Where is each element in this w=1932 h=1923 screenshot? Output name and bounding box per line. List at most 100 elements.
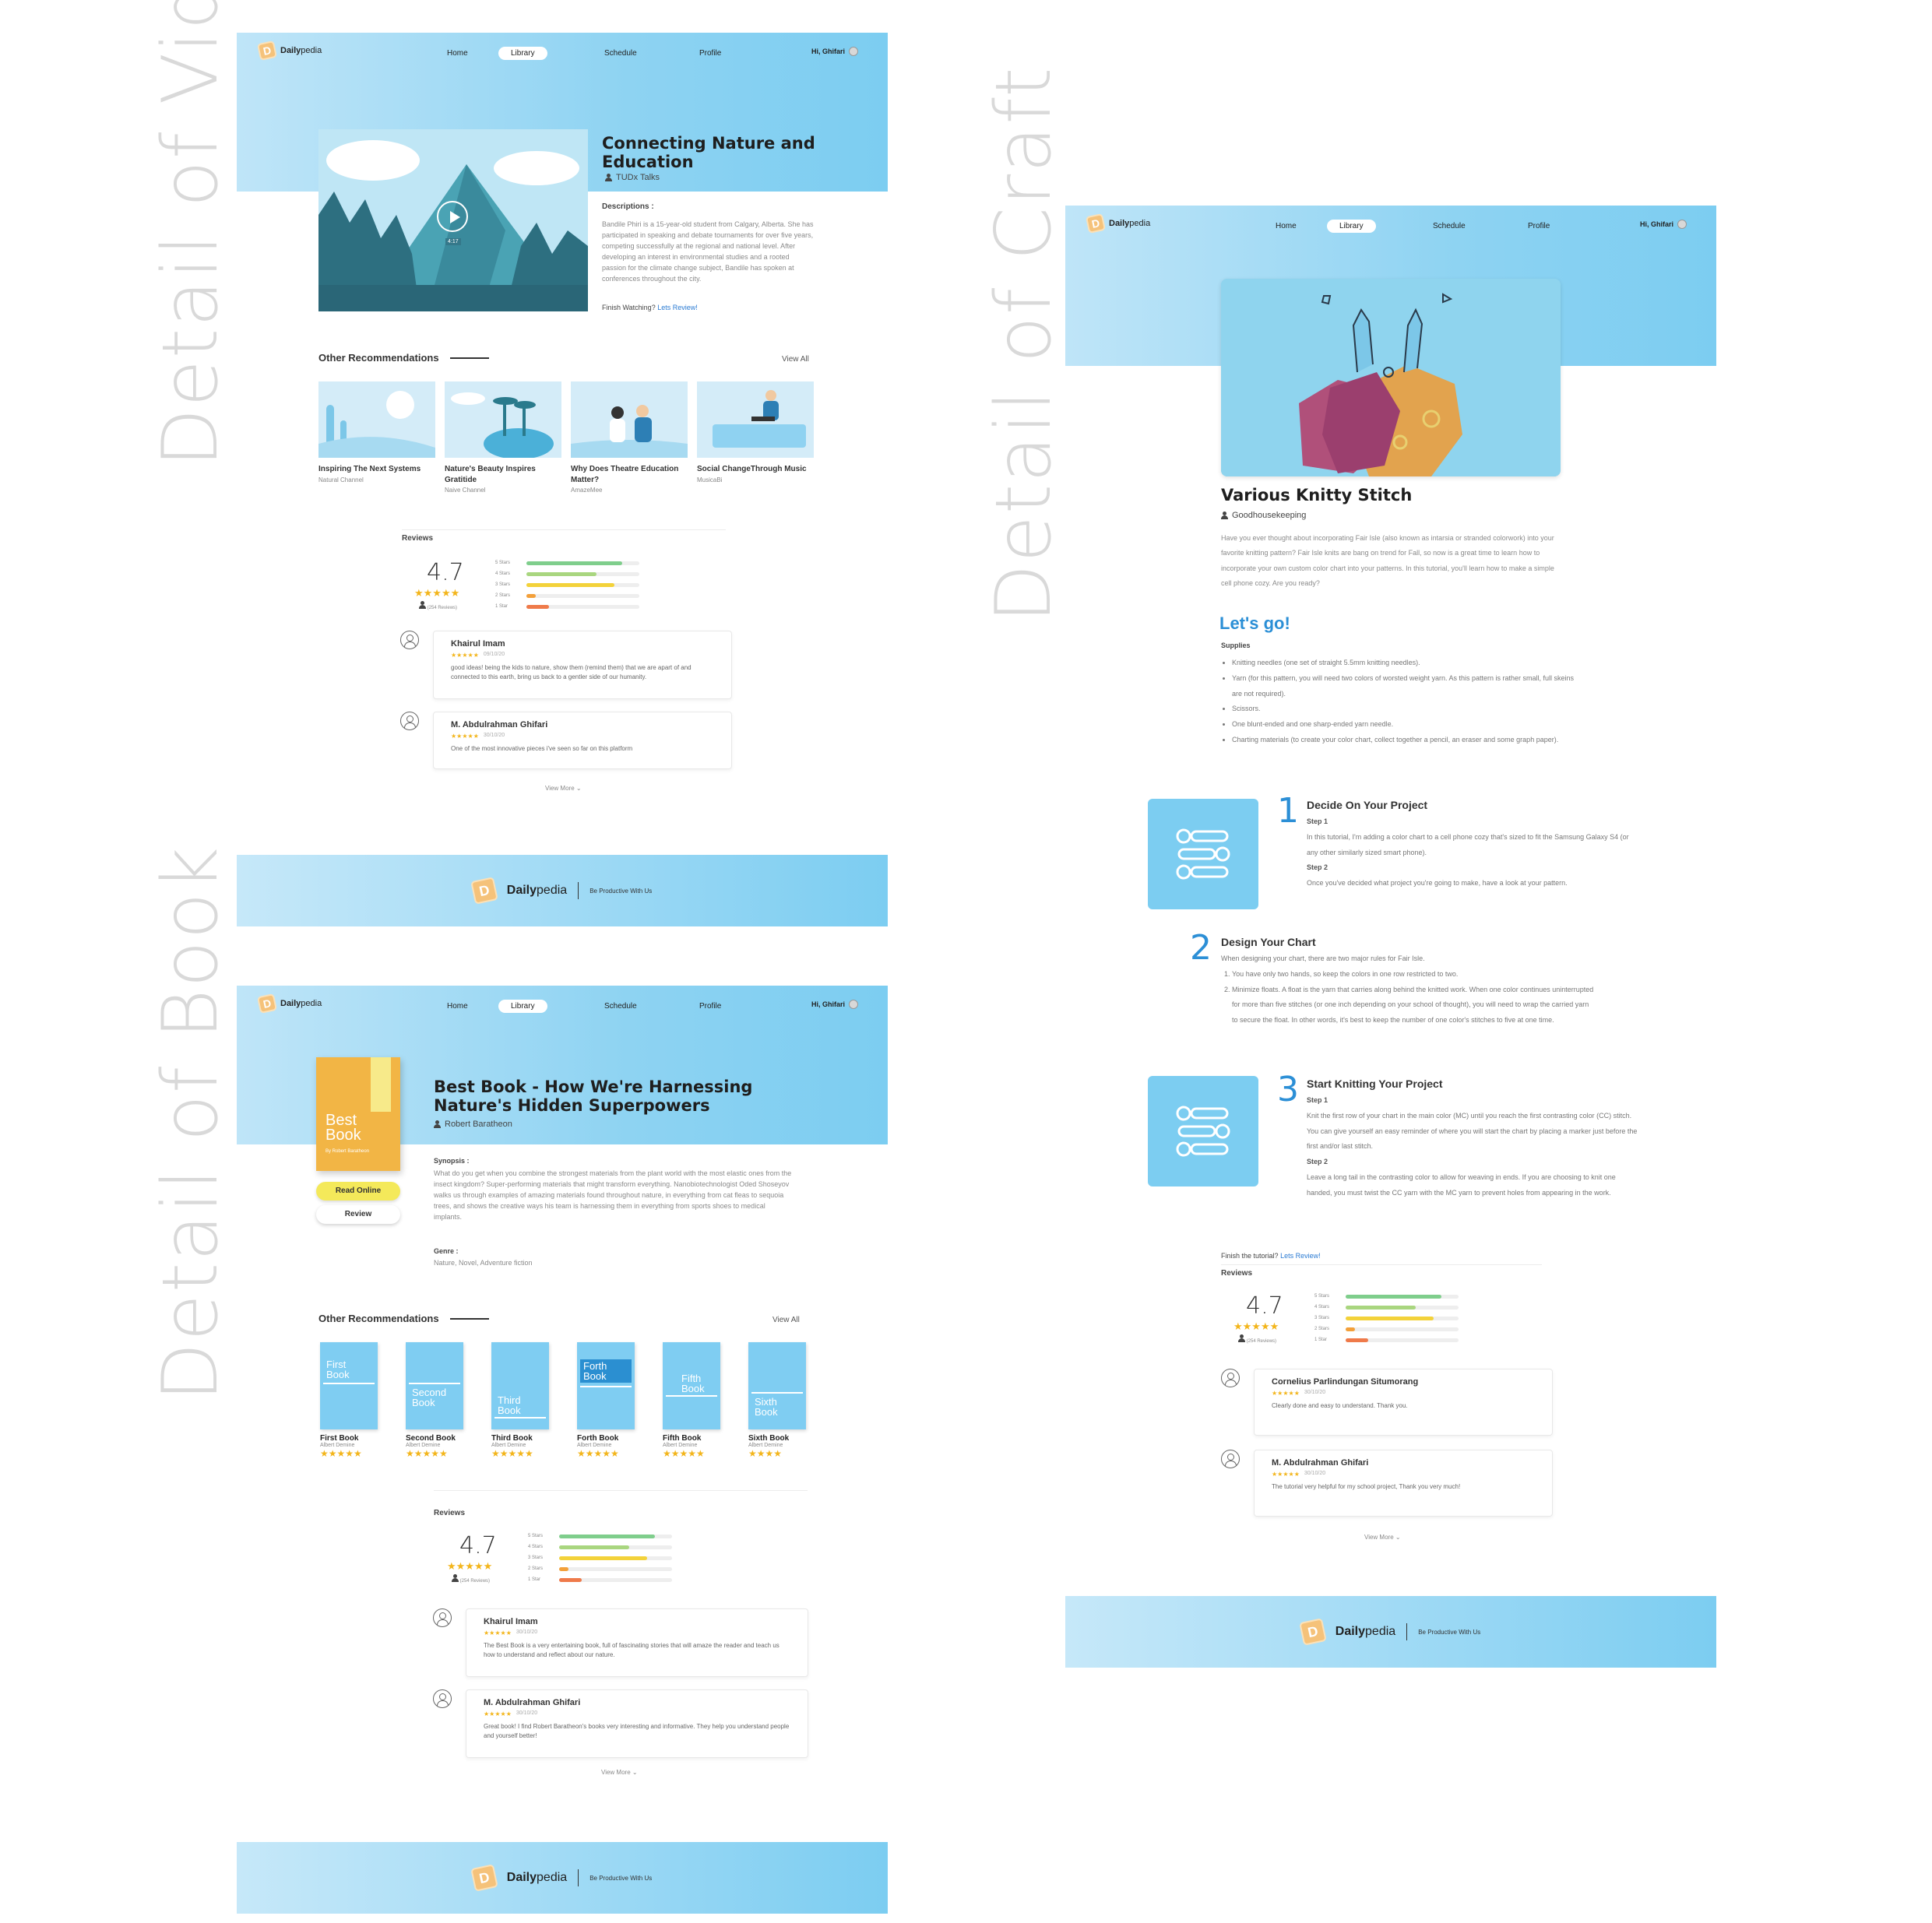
- view-more-link[interactable]: View More ⌄: [545, 785, 582, 792]
- nav-home[interactable]: Home: [435, 1000, 480, 1013]
- review-card: Khairul Imam ★★★★★ 30/10/20 The Best Book…: [466, 1608, 808, 1677]
- review-card: Khairul Imam ★★★★★ 09/10/20 good ideas! b…: [433, 631, 732, 699]
- rec-book[interactable]: Third Book Third Book Albert Demine ★★★★…: [491, 1342, 549, 1459]
- nav-schedule[interactable]: Schedule: [592, 47, 649, 60]
- nav-library[interactable]: Library: [498, 1000, 547, 1013]
- review-text: The Best Book is a very entertaining boo…: [484, 1642, 779, 1659]
- video-title: Connecting Nature and Education: [602, 134, 815, 172]
- rec-title: Third Book: [491, 1434, 533, 1443]
- brand-logo[interactable]: D Dailypedia: [1085, 213, 1150, 234]
- reviewer-name: Cornelius Parlindungan Situmorang: [1272, 1377, 1419, 1387]
- rule-item: Minimize floats. A float is the yarn tha…: [1232, 983, 1595, 1028]
- view-more-link[interactable]: View More ⌄: [601, 1769, 638, 1776]
- rec-cover-title: Third Book: [498, 1394, 521, 1416]
- nav-library[interactable]: Library: [498, 47, 547, 60]
- step-sub-label: Step 2: [1307, 1158, 1328, 1166]
- video-description: Bandile Phiri is a 15-year-old student f…: [602, 220, 814, 283]
- read-online-button[interactable]: Read Online: [316, 1182, 400, 1201]
- author-name: Robert Baratheon: [445, 1120, 512, 1129]
- footer-brand-prefix: Daily: [1335, 1625, 1366, 1638]
- rec-cover-title: First Book: [326, 1359, 350, 1380]
- cover-line: [323, 1383, 375, 1384]
- nav-home[interactable]: Home: [435, 47, 480, 60]
- video-detail-page: D Dailypedia Home Library Schedule Profi…: [237, 33, 888, 926]
- rating-bar-row: 5 Stars: [495, 557, 639, 568]
- rec-book[interactable]: Fifth Book Fifth Book Albert Demine ★★★★…: [663, 1342, 720, 1459]
- brand-logo[interactable]: D Dailypedia: [256, 993, 322, 1014]
- rec-title: Why Does Theatre Education Matter?: [571, 465, 679, 484]
- knitting-hands-illustration: [1221, 279, 1561, 476]
- nav-library[interactable]: Library: [1327, 220, 1376, 233]
- rec-card[interactable]: Nature's Beauty Inspires Gratitide Naive…: [445, 381, 561, 494]
- nav-profile[interactable]: Profile: [687, 47, 734, 60]
- view-all-link[interactable]: View All: [772, 1316, 800, 1324]
- rec-book[interactable]: Second Book Second Book Albert Demine ★★…: [406, 1342, 463, 1459]
- rec-stars: ★★★★: [748, 1448, 783, 1459]
- rec-author: Albert Demine: [491, 1443, 526, 1448]
- cover-line: [409, 1383, 460, 1384]
- view-more-text: View More: [1364, 1534, 1394, 1541]
- recommendations-title: Other Recommendations: [318, 1313, 439, 1324]
- review-card: M. Abdulrahman Ghifari ★★★★★ 30/10/20 The…: [1254, 1450, 1553, 1517]
- video-player[interactable]: 4:17: [318, 129, 588, 311]
- review-link[interactable]: Lets Review!: [657, 304, 698, 311]
- view-all-link[interactable]: View All: [782, 355, 809, 364]
- review-date: 09/10/20: [483, 652, 505, 657]
- rating-bar-track: [526, 593, 639, 598]
- page-footer: D Dailypedia Be Productive With Us: [1065, 1596, 1716, 1668]
- step-body: Step 1 Knit the first row of your chart …: [1307, 1093, 1642, 1201]
- rec-card[interactable]: Why Does Theatre Education Matter? Amaze…: [571, 381, 688, 494]
- user-menu[interactable]: Hi, Ghifari: [1640, 220, 1687, 229]
- footer-divider: [1406, 1623, 1408, 1640]
- play-button[interactable]: [437, 201, 468, 232]
- reviewer-avatar: [433, 1689, 452, 1708]
- rating-bar-fill: [559, 1566, 568, 1571]
- user-avatar: [849, 1000, 859, 1009]
- footer-divider: [578, 1869, 579, 1886]
- view-more-link[interactable]: View More ⌄: [1364, 1534, 1401, 1541]
- craft-detail-page: D Dailypedia Home Library Schedule Profi…: [1065, 206, 1716, 1668]
- numbered-list-icon: [1176, 1106, 1230, 1157]
- step-number: 3: [1277, 1070, 1299, 1109]
- rating-bar-fill: [559, 1545, 629, 1549]
- user-menu[interactable]: Hi, Ghifari: [811, 1000, 859, 1009]
- rating-bar-label: 5 Stars: [528, 1534, 544, 1538]
- rating-bar-label: 1 Star: [495, 604, 509, 609]
- rec-author: Albert Demine: [406, 1443, 441, 1448]
- review-date: 30/10/20: [483, 733, 505, 738]
- review-button[interactable]: Review: [316, 1205, 400, 1224]
- rating-bar-track: [1346, 1316, 1459, 1320]
- review-text: good ideas! being the kids to nature, sh…: [451, 664, 692, 681]
- book-author: Robert Baratheon: [434, 1120, 512, 1129]
- rec-title: Second Book: [406, 1434, 456, 1443]
- nav-schedule[interactable]: Schedule: [1420, 220, 1478, 233]
- brand-logo[interactable]: D Dailypedia: [256, 40, 322, 62]
- user-menu[interactable]: Hi, Ghifari: [811, 47, 859, 56]
- rec-book[interactable]: Sixth Book Sixth Book Albert Demine ★★★★: [748, 1342, 806, 1459]
- rec-book-cover: Fifth Book: [663, 1342, 720, 1429]
- rec-book[interactable]: Forth Book Forth Book Albert Demine ★★★★…: [577, 1342, 635, 1459]
- rec-card[interactable]: Inspiring The Next Systems Natural Chann…: [318, 381, 435, 483]
- rating-bar-row: 2 Stars: [528, 1563, 672, 1574]
- cover-line: [666, 1395, 717, 1397]
- rating-count: (254 Reviews): [452, 1574, 490, 1584]
- person-icon: [452, 1574, 459, 1582]
- rec-book-cover: Forth Book: [577, 1342, 635, 1429]
- review-link[interactable]: Lets Review!: [1280, 1252, 1321, 1260]
- rec-book[interactable]: First Book First Book Albert Demine ★★★★…: [320, 1342, 378, 1459]
- video-duration: 4:17: [445, 238, 461, 245]
- nav-schedule[interactable]: Schedule: [592, 1000, 649, 1013]
- supply-item: Knitting needles (one set of straight 5.…: [1232, 656, 1575, 671]
- nav-profile[interactable]: Profile: [687, 1000, 734, 1013]
- rating-bar-row: 5 Stars: [528, 1531, 672, 1542]
- nav-home[interactable]: Home: [1263, 220, 1309, 233]
- user-greeting: Hi, Ghifari: [811, 1000, 846, 1008]
- rec-card[interactable]: Social ChangeThrough Music MusicaBi: [697, 381, 814, 483]
- numbered-list-icon: [1176, 828, 1230, 880]
- nav-profile[interactable]: Profile: [1515, 220, 1562, 233]
- play-icon: [450, 211, 460, 223]
- footer-tagline: Be Productive With Us: [1418, 1628, 1481, 1636]
- review-date: 30/10/20: [1304, 1471, 1326, 1476]
- rating-bar-fill: [1346, 1294, 1442, 1299]
- rating-bar-track: [526, 561, 639, 565]
